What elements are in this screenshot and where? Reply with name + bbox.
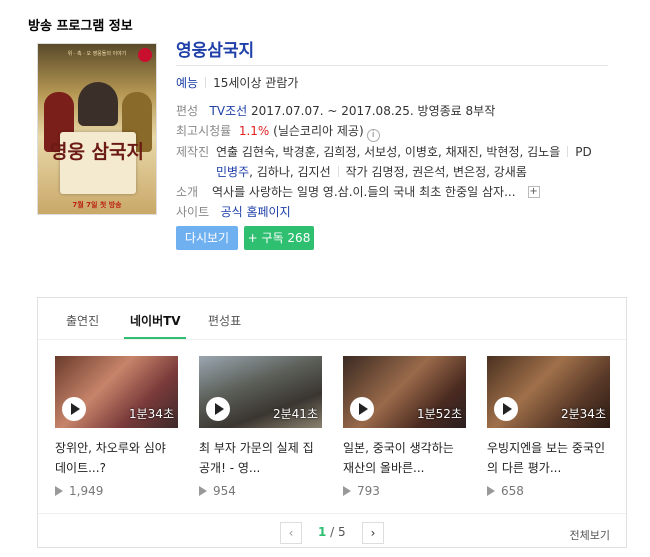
- video-title[interactable]: 우빙지엔을 보는 중국인의 다른 평가...: [487, 438, 610, 478]
- prev-page-button[interactable]: ‹: [280, 522, 302, 544]
- video-card[interactable]: 2분34초 우빙지엔을 보는 중국인의 다른 평가... 658: [487, 356, 610, 498]
- tab-bar: 출연진 네이버TV 편성표: [38, 298, 626, 340]
- channel-logo-icon: [138, 48, 152, 62]
- divider: [567, 146, 569, 157]
- view-all-link[interactable]: 전체보기: [570, 527, 610, 543]
- play-icon[interactable]: [62, 397, 86, 421]
- site-row: 사이트 공식 홈페이지: [176, 202, 608, 222]
- program-info: 영웅삼국지 예능 15세이상 관람가 편성 TV조선 2017.07.07. ~ …: [176, 40, 608, 250]
- site-label: 사이트: [176, 205, 210, 219]
- play-icon[interactable]: [350, 397, 374, 421]
- video-thumbnail[interactable]: 1분34초: [55, 356, 178, 428]
- action-buttons: 다시보기 + 구독 268: [176, 226, 608, 250]
- video-duration: 1분34초: [129, 407, 174, 421]
- pd-link[interactable]: 민병주: [216, 165, 249, 179]
- production-row: 제작진 연출 김현숙, 박경훈, 김희정, 서보성, 이병호, 채재진, 박현정…: [176, 142, 608, 182]
- program-poster[interactable]: 위 · 촉 · 오 영웅들의 이야기 영웅 삼국지 7월 7일 첫 방송: [37, 43, 157, 215]
- video-thumbnail[interactable]: 2분34초: [487, 356, 610, 428]
- video-card[interactable]: 2분41초 최 부자 가문의 실제 집 공개! - 영... 954: [199, 356, 322, 498]
- next-page-button[interactable]: ›: [362, 522, 384, 544]
- tab-schedule[interactable]: 편성표: [208, 312, 241, 329]
- ratings-label: 최고시청률: [176, 124, 232, 138]
- description-row: 소개 역사를 사랑하는 일명 영.삼.이.들의 국내 최초 한중일 삼자... …: [176, 182, 608, 202]
- view-count-value: 954: [213, 484, 236, 498]
- video-card[interactable]: 1분34초 장위안, 차오루와 심야 데이트...? 1,949: [55, 356, 178, 498]
- schedule-row: 편성 TV조선 2017.07.07. ~ 2017.08.25. 방영종료 8…: [176, 101, 608, 121]
- view-count-value: 1,949: [69, 484, 104, 498]
- view-count: 1,949: [55, 484, 178, 498]
- video-title[interactable]: 장위안, 차오루와 심야 데이트...?: [55, 438, 178, 478]
- program-title[interactable]: 영웅삼국지: [176, 40, 608, 66]
- page-separator: /: [326, 525, 339, 539]
- view-count: 954: [199, 484, 322, 498]
- panel-footer: ‹ 1 / 5 › 전체보기: [38, 513, 626, 549]
- view-count: 793: [343, 484, 466, 498]
- poster-tagline: 7월 7일 첫 방송: [72, 201, 122, 209]
- video-duration: 2분34초: [561, 407, 606, 421]
- pd-prefix: PD: [575, 145, 592, 159]
- video-thumbnail[interactable]: 2분41초: [199, 356, 322, 428]
- broadcast-period: 2017.07.07. ~ 2017.08.25. 방영종료 8부작: [251, 104, 496, 118]
- director-credits: 연출 김현숙, 박경훈, 김희정, 서보성, 이병호, 채재진, 박현정, 김노…: [216, 145, 561, 159]
- play-icon[interactable]: [206, 397, 230, 421]
- schedule-label: 편성: [176, 104, 199, 118]
- video-card[interactable]: 1분52초 일본, 중국이 생각하는 재산의 올바른... 793: [343, 356, 466, 498]
- age-rating: 15세이상 관람가: [213, 76, 299, 90]
- expand-description-icon[interactable]: +: [527, 186, 540, 198]
- pd-others: , 김하나, 김지선: [249, 165, 331, 179]
- total-pages: 5: [338, 525, 346, 539]
- genre-link[interactable]: 예능: [176, 76, 198, 90]
- views-play-icon: [343, 486, 351, 496]
- official-site-link[interactable]: 공식 홈페이지: [221, 205, 291, 219]
- page-indicator: 1 / 5: [318, 525, 346, 539]
- poster-title: 영웅 삼국지: [49, 141, 144, 163]
- writer-credits: 작가 김명정, 권은석, 변은정, 강새롬: [345, 165, 527, 179]
- description-label: 소개: [176, 185, 199, 199]
- production-credits: 연출 김현숙, 박경훈, 김희정, 서보성, 이병호, 채재진, 박현정, 김노…: [216, 142, 596, 182]
- tab-cast[interactable]: 출연진: [66, 312, 99, 329]
- video-duration: 2분41초: [273, 407, 318, 421]
- video-panel: 출연진 네이버TV 편성표 1분34초 장위안, 차오루와 심야 데이트...?…: [37, 297, 627, 548]
- view-count-value: 658: [501, 484, 524, 498]
- play-icon[interactable]: [494, 397, 518, 421]
- active-tab-indicator: [124, 337, 186, 339]
- genre-row: 예능 15세이상 관람가: [176, 73, 608, 93]
- info-icon[interactable]: i: [366, 129, 380, 142]
- replay-button[interactable]: 다시보기: [176, 226, 238, 250]
- video-duration: 1분52초: [417, 407, 462, 421]
- views-play-icon: [199, 486, 207, 496]
- video-title[interactable]: 일본, 중국이 생각하는 재산의 올바른...: [343, 438, 466, 478]
- poster-figure-center: [78, 82, 118, 126]
- video-thumbnail[interactable]: 1분52초: [343, 356, 466, 428]
- subscribe-button[interactable]: + 구독 268: [244, 226, 314, 250]
- section-title: 방송 프로그램 정보: [28, 19, 133, 34]
- ratings-row: 최고시청률 1.1% (닐슨코리아 제공) i: [176, 121, 608, 142]
- channel-link[interactable]: TV조선: [210, 104, 248, 118]
- description-text: 역사를 사랑하는 일명 영.삼.이.들의 국내 최초 한중일 삼자...: [212, 185, 516, 199]
- tab-navertv[interactable]: 네이버TV: [130, 312, 181, 329]
- view-count-value: 793: [357, 484, 380, 498]
- views-play-icon: [55, 486, 63, 496]
- video-title[interactable]: 최 부자 가문의 실제 집 공개! - 영...: [199, 438, 322, 478]
- divider: [205, 77, 207, 88]
- divider: [337, 166, 339, 177]
- view-count: 658: [487, 484, 610, 498]
- production-label: 제작진: [176, 145, 210, 159]
- rating-source: (닐슨코리아 제공): [273, 124, 364, 138]
- views-play-icon: [487, 486, 495, 496]
- peak-rating: 1.1%: [238, 124, 270, 138]
